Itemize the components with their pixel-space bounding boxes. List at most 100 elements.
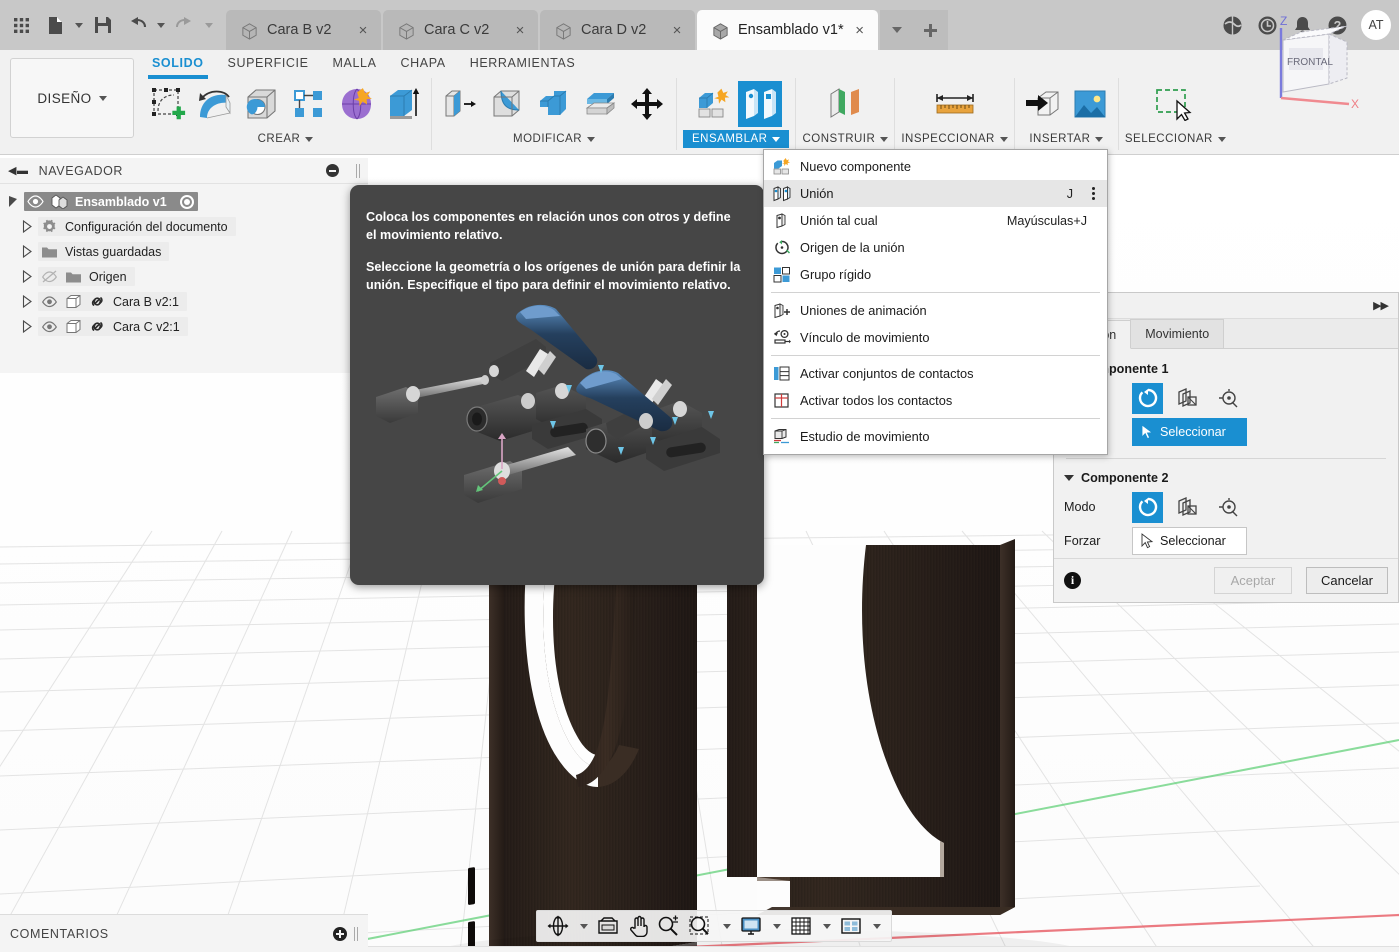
new-file-icon[interactable] [38, 0, 72, 50]
ribbon-tab-herramientas[interactable]: HERRAMIENTAS [458, 53, 588, 73]
panel-resize-grip[interactable] [356, 163, 360, 178]
ribbon-group-label-insertar[interactable]: INSERTAR [1029, 130, 1104, 148]
fillet-icon[interactable] [485, 81, 529, 127]
viewports-caret-icon[interactable] [867, 912, 885, 940]
display-settings-caret-icon[interactable] [767, 912, 785, 940]
menu-item-estudio-de-movimiento[interactable]: Estudio de movimiento [764, 423, 1107, 450]
menu-item-activar-todos-los-contactos[interactable]: Activar todos los contactos [764, 387, 1107, 414]
visibility-eye-icon[interactable] [41, 320, 58, 333]
menu-item-nuevo-componente[interactable]: Nuevo componente [764, 153, 1107, 180]
joint-icon[interactable] [737, 81, 782, 127]
componente2-select-button[interactable]: Seleccionar [1132, 527, 1247, 555]
orbit-icon[interactable] [543, 912, 573, 940]
info-icon[interactable]: i [1064, 572, 1081, 589]
between-two-faces-icon[interactable] [1172, 492, 1203, 523]
tree-node-saved-views[interactable]: Vistas guardadas [0, 239, 368, 264]
menu-item-activar-conjuntos-de-contactos[interactable]: Activar conjuntos de contactos [764, 360, 1107, 387]
model-part-left[interactable] [468, 553, 697, 952]
display-settings-icon[interactable] [736, 912, 766, 940]
look-at-icon[interactable] [593, 912, 623, 940]
tab-movimiento[interactable]: Movimiento [1130, 319, 1225, 348]
ok-button[interactable]: Aceptar [1213, 567, 1292, 594]
menu-item-origen-de-la-union[interactable]: Origen de la unión [764, 234, 1107, 261]
extrude-icon[interactable] [381, 81, 425, 127]
undo-caret-icon[interactable] [154, 0, 168, 50]
ribbon-group-label-ensamblar[interactable]: ENSAMBLAR [683, 130, 790, 148]
document-tab-cara-b[interactable]: Cara B v2 × [226, 10, 381, 50]
simple-joint-icon[interactable] [1132, 491, 1163, 523]
ribbon-tab-solido[interactable]: SOLIDO [140, 53, 216, 79]
extensions-icon[interactable] [1215, 0, 1250, 50]
expand-arrow-icon[interactable] [22, 320, 32, 333]
save-icon[interactable] [86, 0, 120, 50]
tree-node-cara-b[interactable]: Cara B v2:1 [0, 289, 368, 314]
collapse-panel-icon[interactable]: ◀▬ [8, 164, 29, 177]
menu-item-uniones-de-animacion[interactable]: Uniones de animación [764, 297, 1107, 324]
tab-close-icon[interactable]: × [852, 22, 868, 39]
ribbon-tab-superficie[interactable]: SUPERFICIE [216, 53, 321, 73]
comments-resize-grip[interactable] [354, 926, 358, 941]
redo-caret-icon[interactable] [202, 0, 216, 50]
comments-panel[interactable]: COMENTARIOS [0, 914, 368, 952]
menu-item-overflow-icon[interactable] [1092, 187, 1097, 200]
pan-icon[interactable] [624, 912, 652, 940]
tab-close-icon[interactable]: × [512, 22, 528, 39]
ribbon-group-label-construir[interactable]: CONSTRUIR [802, 130, 889, 148]
tab-close-icon[interactable]: × [669, 22, 685, 39]
move-copy-icon[interactable] [626, 81, 670, 127]
ribbon-tab-malla[interactable]: MALLA [321, 53, 389, 73]
menu-item-union-tal-cual[interactable]: Unión tal cual Mayúsculas+J [764, 207, 1107, 234]
grid-apps-icon[interactable] [4, 0, 38, 50]
ribbon-group-label-modificar[interactable]: MODIFICAR [513, 130, 596, 148]
model-part-right[interactable] [727, 539, 1015, 915]
zoom-window-icon[interactable] [684, 912, 716, 940]
zoom-window-caret-icon[interactable] [717, 912, 735, 940]
ribbon-group-label-seleccionar[interactable]: SELECCIONAR [1125, 130, 1226, 148]
expand-arrow-icon[interactable] [22, 295, 32, 308]
new-file-caret-icon[interactable] [72, 0, 86, 50]
view-cube[interactable]: Z X FRONTAL [1251, 8, 1361, 118]
menu-item-grupo-rigido[interactable]: Grupo rígido [764, 261, 1107, 288]
redo-icon[interactable] [168, 0, 202, 50]
tree-node-document-settings[interactable]: Configuración del documento [0, 214, 368, 239]
orbit-caret-icon[interactable] [574, 912, 592, 940]
window-select-icon[interactable] [1153, 81, 1197, 127]
document-tab-cara-c[interactable]: Cara C v2 × [383, 10, 538, 50]
expand-dialog-icon[interactable]: ▶▶ [1373, 299, 1389, 312]
workspace-selector[interactable]: DISEÑO [10, 58, 134, 138]
expand-arrow-icon[interactable] [22, 220, 32, 233]
user-avatar[interactable]: AT [1361, 10, 1391, 40]
add-comment-icon[interactable] [333, 926, 347, 941]
zoom-icon[interactable] [653, 912, 683, 940]
measure-icon[interactable] [933, 81, 977, 127]
tree-node-ensamblado[interactable]: Ensamblado v1 [0, 189, 368, 214]
componente1-select-button[interactable]: Seleccionar [1132, 418, 1247, 446]
simple-joint-icon[interactable] [1132, 382, 1163, 414]
document-tab-ensamblado[interactable]: Ensamblado v1* × [697, 10, 878, 50]
collapse-all-icon[interactable] [326, 164, 339, 177]
revolve-icon[interactable] [193, 81, 237, 127]
undo-icon[interactable] [120, 0, 154, 50]
joint-origin-small-icon[interactable] [1212, 492, 1243, 523]
expand-arrow-icon[interactable] [22, 270, 32, 283]
section-componente-2-header[interactable]: Componente 2 [1064, 466, 1388, 490]
visibility-eye-icon[interactable] [27, 195, 44, 208]
expand-arrow-icon[interactable] [8, 195, 18, 208]
between-two-faces-icon[interactable] [1172, 383, 1203, 414]
visibility-eye-icon[interactable] [41, 295, 58, 308]
sweep-icon[interactable] [334, 81, 378, 127]
viewports-icon[interactable] [836, 912, 866, 940]
ribbon-group-label-crear[interactable]: CREAR [258, 130, 314, 148]
ribbon-tab-chapa[interactable]: CHAPA [389, 53, 458, 73]
new-document-plus-icon[interactable] [913, 10, 948, 50]
expand-arrow-icon[interactable] [22, 245, 32, 258]
create-sketch-icon[interactable] [146, 81, 190, 127]
sphere-cut-icon[interactable] [240, 81, 284, 127]
grid-snaps-icon[interactable] [786, 912, 816, 940]
shell-icon[interactable] [532, 81, 576, 127]
press-pull-icon[interactable] [438, 81, 482, 127]
visibility-eye-off-icon[interactable] [41, 270, 58, 283]
grid-snaps-caret-icon[interactable] [817, 912, 835, 940]
tab-close-icon[interactable]: × [355, 22, 371, 39]
insert-canvas-icon[interactable] [1068, 81, 1112, 127]
